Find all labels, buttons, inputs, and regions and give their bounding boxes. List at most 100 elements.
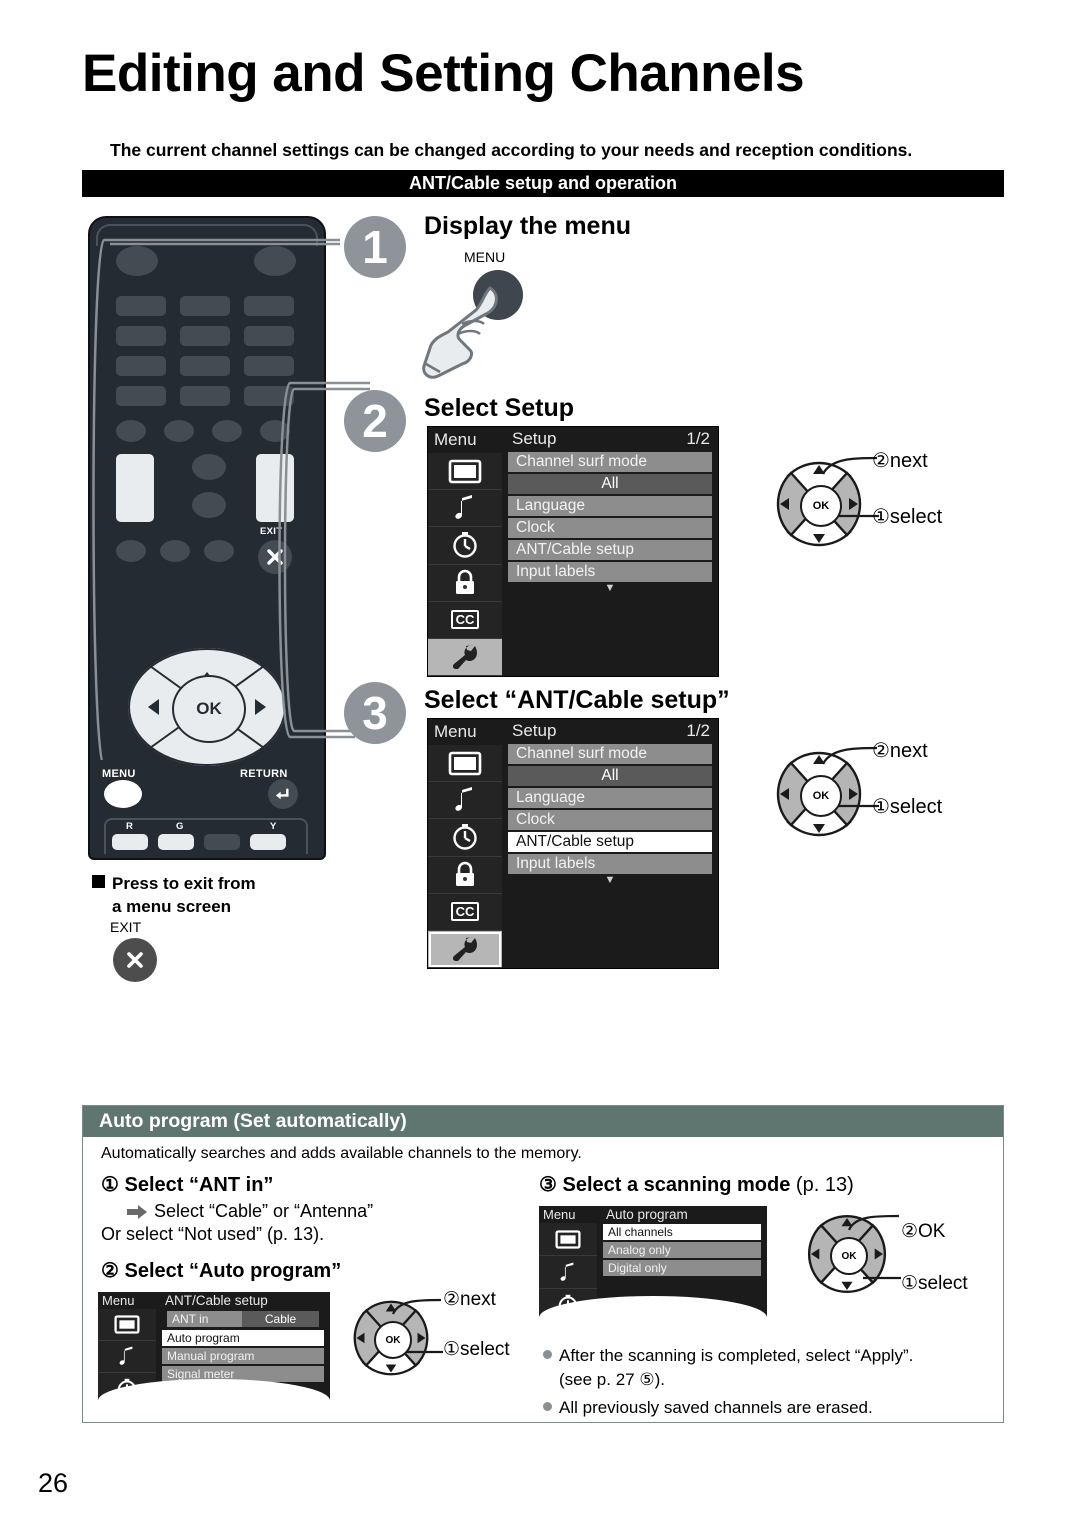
tv-menu-row[interactable]: Language: [508, 496, 712, 516]
tv-icon-audio: [539, 1256, 597, 1289]
tv-menu-row[interactable]: Digital only: [603, 1260, 761, 1276]
remote-return-button: [268, 779, 298, 809]
step1-title: Select “ANT in”: [124, 1174, 274, 1196]
tv-icon-picture: [428, 745, 502, 783]
tv-icon-cc: CC: [428, 894, 502, 931]
bullet-dot-icon: [543, 1402, 552, 1411]
remote-yellow-button: [250, 834, 286, 850]
bullet-dot-icon: [543, 1350, 552, 1359]
remote-yellow-label: Y: [270, 821, 277, 832]
cc-icon: CC: [450, 610, 480, 630]
tv-menu-row-value: Cable: [242, 1311, 319, 1327]
exit-button-graphic: [113, 938, 157, 982]
tv-menu-sidebar-title: Menu: [428, 719, 502, 745]
tv-menu-main: Setup 1/2 Channel surf mode All Language…: [502, 427, 718, 676]
tv-menu-sidebar: Menu CC: [428, 427, 502, 676]
tv-menu-row-value[interactable]: All: [508, 766, 712, 786]
step-badge-1: 1: [344, 216, 406, 278]
step2-title: Select “Auto program”: [124, 1260, 342, 1282]
remote-menu-label: MENU: [102, 768, 136, 780]
return-arrow-icon: [275, 788, 289, 799]
auto-program-heading-label: Auto program (Set automatically): [99, 1110, 407, 1132]
auto-program-heading: Auto program (Set automatically): [83, 1106, 1003, 1137]
step3-ref: (p. 13): [795, 1174, 854, 1196]
tv-menu-auto-program: Menu Auto program All channels Analog on…: [539, 1206, 767, 1322]
tv-menu-row[interactable]: Clock: [508, 518, 712, 538]
lock-icon: [456, 861, 474, 886]
remote-green-label: G: [176, 821, 184, 832]
tv-icon-audio: [98, 1341, 156, 1373]
tv-menu-row-selected[interactable]: All channels: [603, 1224, 761, 1240]
timer-icon: [453, 532, 477, 559]
tv-menu-header-page: 1/2: [686, 429, 710, 448]
remote-menu-button: [104, 780, 142, 808]
manual-page: Editing and Setting Channels The current…: [0, 0, 1080, 1532]
step2-number: ②: [101, 1260, 119, 1282]
tv-icon-audio: [428, 490, 502, 528]
remote-red-button: [112, 834, 148, 850]
tv-menu-header: Setup 1/2: [508, 427, 712, 452]
tv-menu-row-value[interactable]: All: [508, 474, 712, 494]
page-title: Editing and Setting Channels: [82, 44, 805, 103]
exit-note: Press to exit from a menu screen: [92, 872, 256, 918]
tv-menu-header: Auto program: [603, 1206, 761, 1224]
tv-menu-scroll-caret: ▼: [604, 874, 616, 886]
tv-menu-row[interactable]: Language: [508, 788, 712, 808]
remote-red-label: R: [126, 821, 134, 832]
note-text: All previously saved channels are erased…: [559, 1398, 873, 1417]
exit-note-line1: Press to exit from: [112, 874, 256, 893]
setup-wrench-icon: [452, 644, 477, 669]
audio-note-icon: [560, 1262, 574, 1281]
auto-program-section: Auto program (Set automatically) Automat…: [82, 1105, 1004, 1423]
tv-menu-row-selected[interactable]: Auto program: [162, 1330, 324, 1346]
tv-menu-header-title: ANT/Cable setup: [165, 1293, 268, 1308]
dpad-auto-program-label-select: ①select: [443, 1339, 510, 1360]
audio-note-icon: [119, 1346, 133, 1365]
picture-icon: [114, 1315, 140, 1334]
note-item: All previously saved channels are erased…: [543, 1396, 913, 1420]
step-badge-2: 2: [344, 390, 406, 452]
auto-program-step3: ③ Select a scanning mode (p. 13): [539, 1172, 854, 1197]
tv-menu-row-split[interactable]: ANT in Cable: [162, 1310, 324, 1328]
picture-icon: [448, 751, 482, 775]
menu-button-caption: MENU: [464, 249, 506, 265]
pointing-hand-icon: [422, 286, 498, 379]
tv-menu-header-title: Setup: [512, 721, 557, 740]
picture-icon: [555, 1229, 581, 1249]
step3-title: Select a scanning mode: [562, 1174, 791, 1196]
bullet-square-icon: [92, 875, 105, 888]
step1-number: ①: [101, 1174, 119, 1196]
tv-menu-row[interactable]: Channel surf mode: [508, 452, 712, 472]
tv-menu-header-title: Setup: [512, 429, 557, 448]
tv-menu-row[interactable]: Input labels: [508, 562, 712, 582]
tv-menu-scroll-caret: ▼: [604, 582, 616, 594]
tv-menu-row[interactable]: Clock: [508, 810, 712, 830]
tv-menu-row[interactable]: Analog only: [603, 1242, 761, 1258]
exit-button-caption: EXIT: [110, 919, 142, 935]
tv-menu-main: Setup 1/2 Channel surf mode All Language…: [502, 719, 718, 968]
tv-menu-row-selected[interactable]: ANT/Cable setup: [508, 832, 712, 852]
tv-icon-lock: [428, 565, 502, 602]
setup-wrench-icon: [452, 936, 477, 961]
auto-program-step2: ② Select “Auto program”: [101, 1258, 341, 1283]
auto-program-intro: Automatically searches and adds availabl…: [101, 1145, 582, 1162]
tv-menu-row[interactable]: ANT/Cable setup: [508, 540, 712, 560]
page-lead: The current channel settings can be chan…: [110, 140, 913, 160]
tv-menu-row[interactable]: Channel surf mode: [508, 744, 712, 764]
note-item-continuation: (see p. 27 ⑤).: [559, 1370, 665, 1389]
dpad-step3-label-select: ①select: [872, 796, 943, 818]
tv-menu-sidebar-title: Menu: [98, 1292, 156, 1309]
tv-icon-lock: [428, 857, 502, 894]
audio-note-icon: [455, 495, 472, 520]
section-bar: ANT/Cable setup and operation: [82, 170, 1004, 197]
tv-icon-cc: CC: [428, 602, 502, 639]
cc-icon: CC: [450, 902, 480, 922]
tv-menu-row[interactable]: Manual program: [162, 1348, 324, 1364]
tv-icon-picture: [539, 1223, 597, 1256]
remote-blue-button: [204, 834, 240, 850]
dpad-scanning-mode-label-select: ①select: [901, 1273, 968, 1294]
dpad-step3-label-next: ②next: [872, 740, 928, 762]
note-item: After the scanning is completed, select …: [543, 1344, 913, 1368]
dpad-scanning-mode-label-ok: ②OK: [901, 1221, 946, 1242]
tv-menu-row[interactable]: Input labels: [508, 854, 712, 874]
